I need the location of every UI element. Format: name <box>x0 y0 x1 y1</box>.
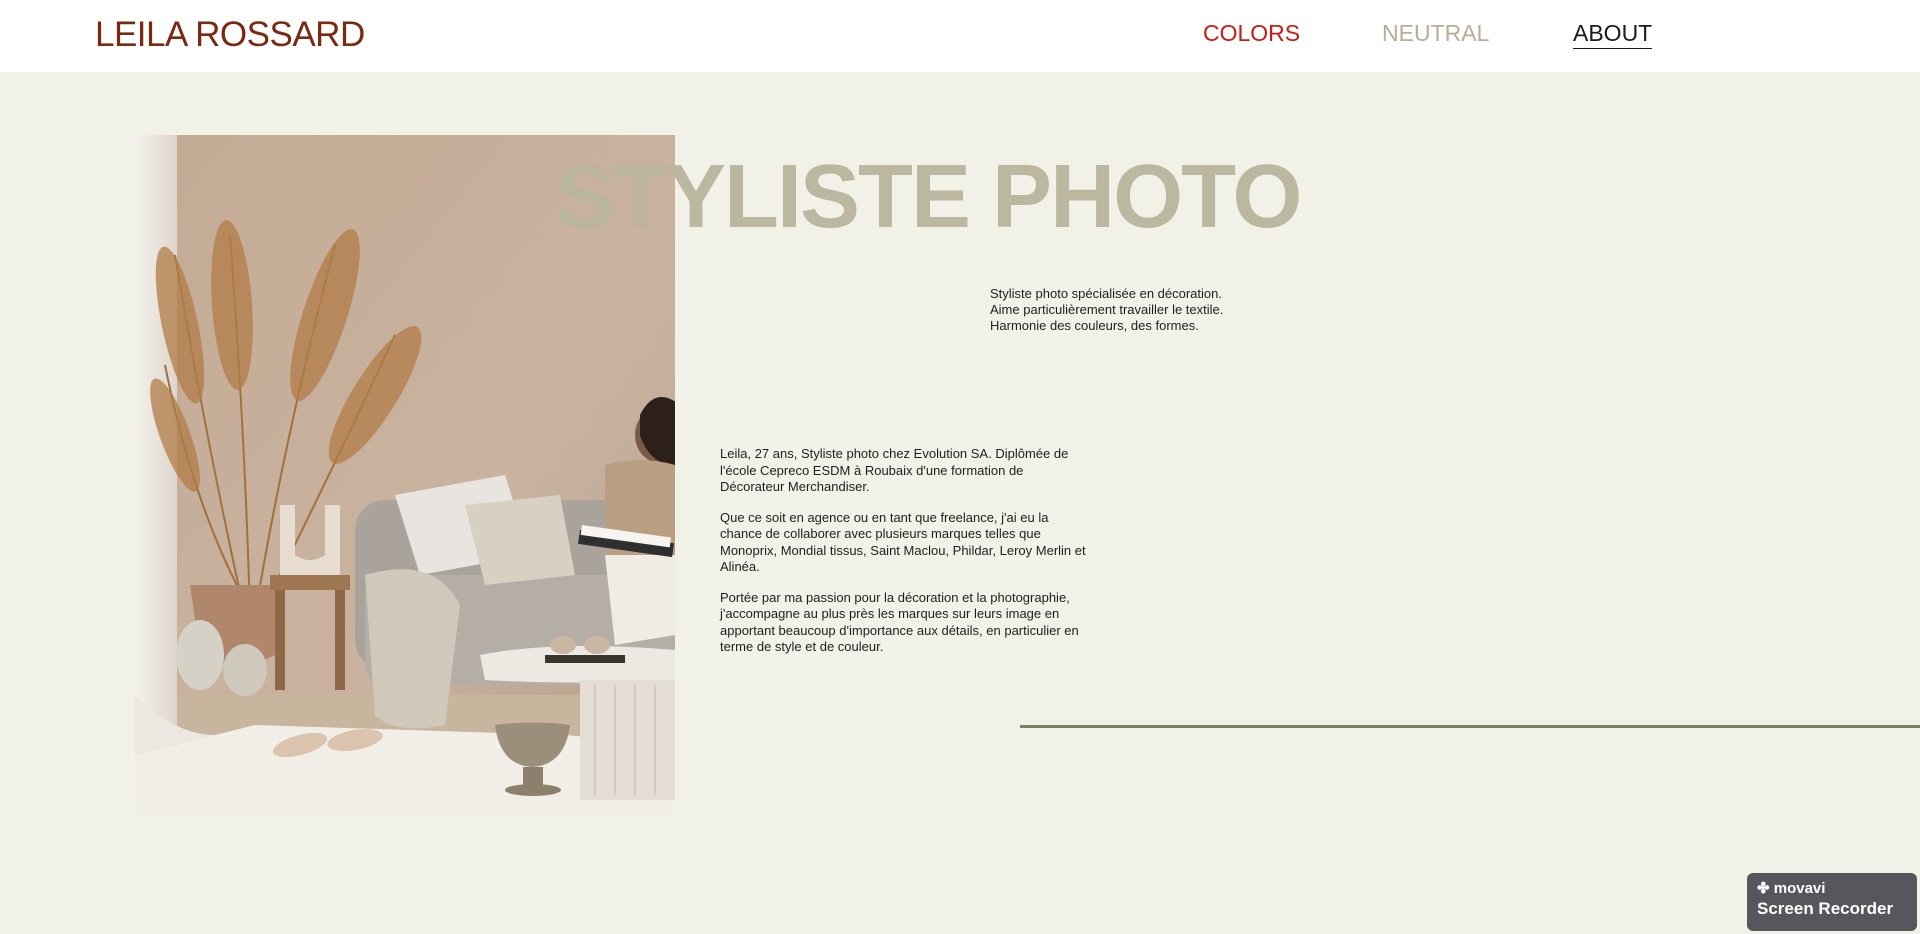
section-divider <box>1020 725 1920 728</box>
watermark-product: Screen Recorder <box>1757 899 1894 918</box>
nav-colors-link[interactable]: COLORS <box>1203 20 1300 47</box>
intro-line: Aime particulièrement travailler le text… <box>990 302 1224 317</box>
nav-neutral-link[interactable]: NEUTRAL <box>1382 20 1489 47</box>
bio-paragraph: Que ce soit en agence ou en tant que fre… <box>720 509 1086 575</box>
intro-text: Styliste photo spécialisée en décoration… <box>990 286 1290 334</box>
site-header: LEILA ROSSARD COLORS NEUTRAL ABOUT <box>0 0 1920 72</box>
movavi-logo-icon: ✤ <box>1757 880 1770 897</box>
bio-paragraph: Portée par ma passion pour la décoration… <box>720 589 1079 655</box>
bio-paragraph: Leila, 27 ans, Styliste photo chez Evolu… <box>720 446 1069 494</box>
screen-recorder-watermark: ✤ movavi Screen Recorder <box>1747 873 1917 931</box>
watermark-brand-label: movavi <box>1773 880 1826 897</box>
hero-title: STYLISTE PHOTO <box>555 147 1302 247</box>
intro-line: Styliste photo spécialisée en décoration… <box>990 286 1222 301</box>
bio-text: Leila, 27 ans, Styliste photo chez Evolu… <box>720 446 1090 670</box>
intro-line: Harmonie des couleurs, des formes. <box>990 318 1199 333</box>
watermark-brand: ✤ movavi <box>1757 880 1907 898</box>
site-logo[interactable]: LEILA ROSSARD <box>95 15 365 55</box>
nav-about-link[interactable]: ABOUT <box>1573 20 1653 49</box>
